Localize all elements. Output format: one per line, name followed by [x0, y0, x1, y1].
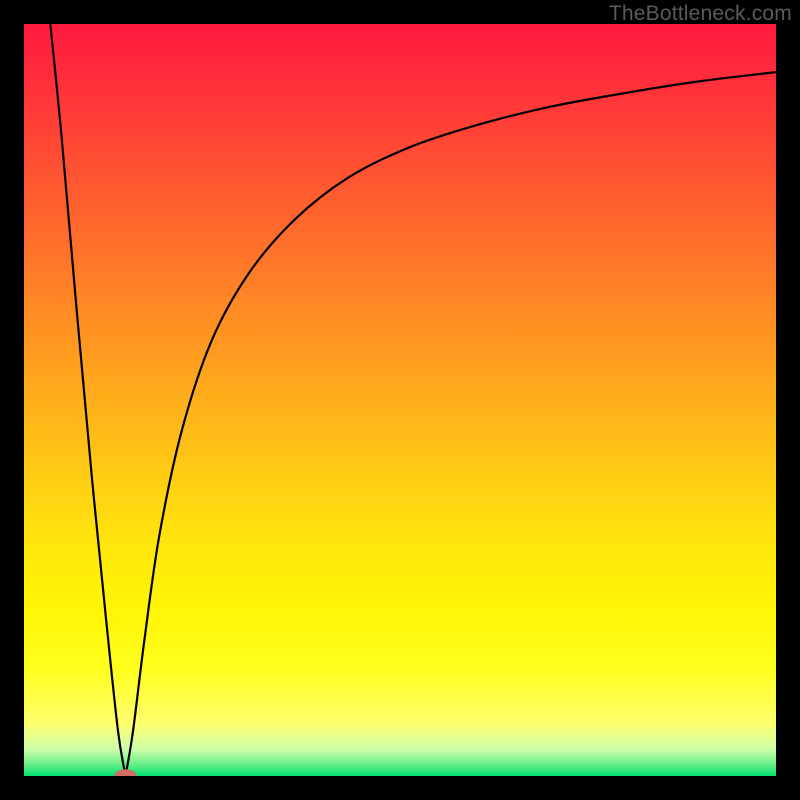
chart-frame: TheBottleneck.com — [0, 0, 800, 800]
gradient-background — [24, 24, 776, 776]
chart-svg — [24, 24, 776, 776]
watermark-label: TheBottleneck.com — [609, 2, 792, 26]
chart-plot-area — [24, 24, 776, 776]
